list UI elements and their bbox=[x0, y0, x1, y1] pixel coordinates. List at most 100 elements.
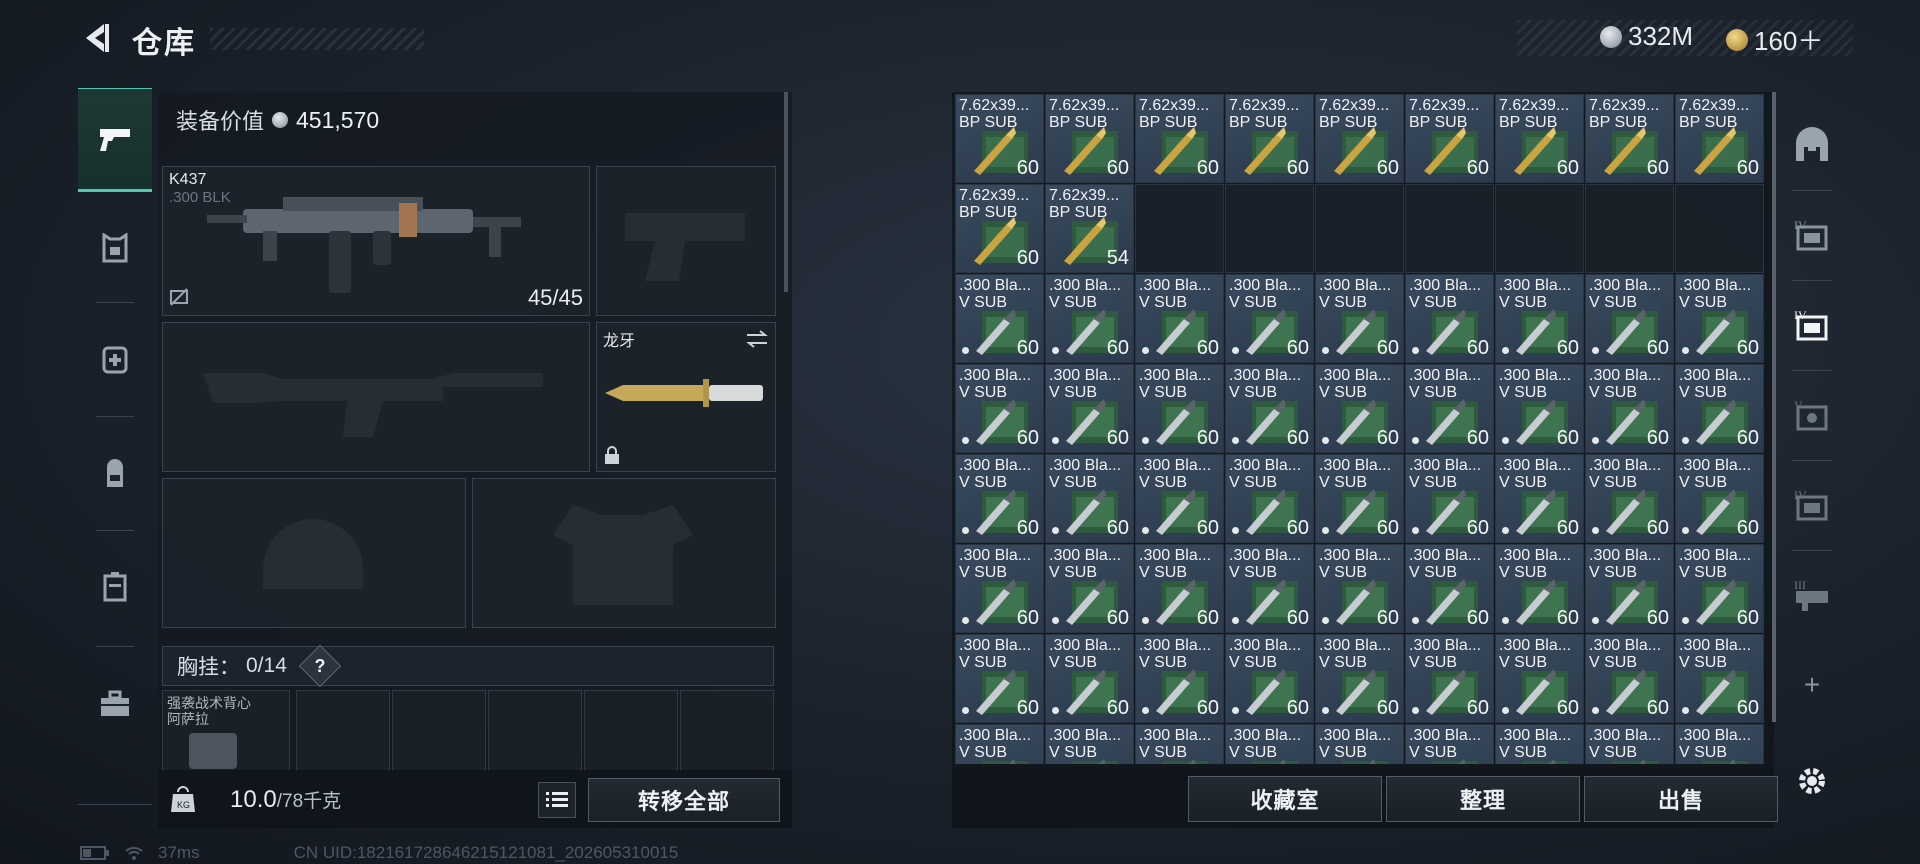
empty-cell[interactable] bbox=[1225, 184, 1314, 273]
chest-rig-item[interactable]: 强袭战术背心 阿萨拉 bbox=[162, 690, 290, 778]
ammo-item[interactable]: .300 Bla...V SUB60 bbox=[1405, 454, 1494, 543]
body-armor-slot[interactable] bbox=[472, 478, 776, 628]
ammo-item[interactable]: .300 Bla...V SUB60 bbox=[1405, 544, 1494, 633]
storage-tab-5[interactable]: III bbox=[1782, 560, 1842, 630]
ammo-item[interactable]: 7.62x39... BP SUB 54 bbox=[1045, 184, 1134, 273]
ammo-item[interactable]: .300 Bla...V SUB60 bbox=[1045, 274, 1134, 363]
ammo-item[interactable]: .300 Bla...V SUB60 bbox=[1135, 364, 1224, 453]
chest-rig-slot[interactable] bbox=[296, 690, 390, 778]
ammo-item[interactable]: .300 Bla...V SUB60 bbox=[1675, 364, 1764, 453]
chest-rig-slot[interactable] bbox=[680, 690, 774, 778]
ammo-item[interactable]: 7.62x39... BP SUB 60 bbox=[1495, 94, 1584, 183]
pistol-slot[interactable] bbox=[596, 166, 776, 316]
ammo-item[interactable]: .300 Bla...V SUB60 bbox=[1585, 544, 1674, 633]
ammo-item[interactable]: .300 Bla...V SUB60 bbox=[1585, 274, 1674, 363]
ammo-item[interactable]: .300 Bla...V SUB60 bbox=[1315, 454, 1404, 543]
sort-button[interactable]: 整理 bbox=[1386, 776, 1580, 822]
ammo-item[interactable]: .300 Bla...V SUB60 bbox=[1495, 634, 1584, 723]
ammo-item[interactable]: .300 Bla...V SUB60 bbox=[1585, 454, 1674, 543]
ammo-item[interactable]: .300 Bla...V SUB60 bbox=[1315, 724, 1404, 764]
ammo-item[interactable]: .300 Bla...V SUB60 bbox=[1675, 634, 1764, 723]
ammo-item[interactable]: 7.62x39... BP SUB 60 bbox=[1135, 94, 1224, 183]
ammo-item[interactable]: .300 Bla...V SUB60 bbox=[1225, 544, 1314, 633]
ammo-item[interactable]: .300 Bla...V SUB60 bbox=[1135, 454, 1224, 543]
swap-icon[interactable] bbox=[745, 329, 769, 349]
empty-cell[interactable] bbox=[1585, 184, 1674, 273]
equipment-scrollbar[interactable] bbox=[784, 92, 788, 292]
ammo-item[interactable]: .300 Bla...V SUB60 bbox=[1585, 724, 1674, 764]
ammo-item[interactable]: .300 Bla...V SUB60 bbox=[955, 274, 1044, 363]
ammo-item[interactable]: 7.62x39... BP SUB 60 bbox=[1045, 94, 1134, 183]
ammo-item[interactable]: .300 Bla...V SUB60 bbox=[1225, 454, 1314, 543]
secondary-weapon-slot[interactable] bbox=[162, 322, 590, 472]
transfer-all-button[interactable]: 转移全部 bbox=[588, 778, 780, 822]
empty-cell[interactable] bbox=[1315, 184, 1404, 273]
chest-rig-slot[interactable] bbox=[488, 690, 582, 778]
nav-toolbox[interactable] bbox=[78, 654, 152, 754]
ammo-item[interactable]: .300 Bla...V SUB60 bbox=[1585, 634, 1674, 723]
storage-tab-safe-house[interactable] bbox=[1782, 110, 1842, 180]
ammo-item[interactable]: .300 Bla...V SUB60 bbox=[1135, 544, 1224, 633]
ammo-item[interactable]: .300 Bla...V SUB60 bbox=[955, 454, 1044, 543]
help-icon[interactable]: ? bbox=[298, 644, 342, 688]
list-view-button[interactable] bbox=[538, 782, 576, 818]
ammo-item[interactable]: .300 Bla...V SUB60 bbox=[1045, 724, 1134, 764]
chest-rig-slot[interactable] bbox=[584, 690, 678, 778]
ammo-item[interactable]: .300 Bla...V SUB60 bbox=[1045, 454, 1134, 543]
ammo-item[interactable]: .300 Bla...V SUB60 bbox=[1675, 544, 1764, 633]
ammo-item[interactable]: .300 Bla...V SUB60 bbox=[1225, 364, 1314, 453]
storage-tab-4[interactable]: IV bbox=[1782, 470, 1842, 540]
empty-cell[interactable] bbox=[1135, 184, 1224, 273]
ammo-item[interactable]: .300 Bla...V SUB60 bbox=[1225, 274, 1314, 363]
ammo-item[interactable]: .300 Bla...V SUB60 bbox=[955, 364, 1044, 453]
empty-cell[interactable] bbox=[1405, 184, 1494, 273]
storage-tab-3[interactable]: V bbox=[1782, 380, 1842, 450]
ammo-item[interactable]: .300 Bla...V SUB60 bbox=[1495, 274, 1584, 363]
ammo-item[interactable]: .300 Bla...V SUB60 bbox=[1135, 724, 1224, 764]
ammo-item[interactable]: .300 Bla...V SUB60 bbox=[1495, 724, 1584, 764]
collection-room-button[interactable]: 收藏室 bbox=[1188, 776, 1382, 822]
chest-rig-slot[interactable] bbox=[392, 690, 486, 778]
empty-cell[interactable] bbox=[1495, 184, 1584, 273]
back-button[interactable] bbox=[78, 18, 114, 58]
ammo-item[interactable]: .300 Bla...V SUB60 bbox=[1045, 544, 1134, 633]
ammo-item[interactable]: .300 Bla...V SUB60 bbox=[1495, 544, 1584, 633]
ammo-item[interactable]: 7.62x39... BP SUB 60 bbox=[1405, 94, 1494, 183]
ammo-item[interactable]: .300 Bla...V SUB60 bbox=[955, 634, 1044, 723]
melee-slot[interactable]: 龙牙 bbox=[596, 322, 776, 472]
helmet-slot[interactable] bbox=[162, 478, 466, 628]
warehouse-scrollbar[interactable] bbox=[1772, 92, 1776, 722]
ammo-item[interactable]: 7.62x39... BP SUB 60 bbox=[955, 94, 1044, 183]
ammo-item[interactable]: .300 Bla...V SUB60 bbox=[1045, 364, 1134, 453]
ammo-item[interactable]: .300 Bla...V SUB60 bbox=[1675, 274, 1764, 363]
ammo-item[interactable]: .300 Bla...V SUB60 bbox=[1315, 274, 1404, 363]
ammo-item[interactable]: .300 Bla...V SUB60 bbox=[1225, 634, 1314, 723]
nav-container[interactable] bbox=[78, 536, 152, 636]
empty-cell[interactable] bbox=[1675, 184, 1764, 273]
ammo-item[interactable]: .300 Bla...V SUB60 bbox=[1495, 454, 1584, 543]
ammo-item[interactable]: .300 Bla...V SUB60 bbox=[1045, 634, 1134, 723]
ammo-item[interactable]: .300 Bla...V SUB60 bbox=[1225, 724, 1314, 764]
ammo-item[interactable]: .300 Bla...V SUB60 bbox=[1675, 724, 1764, 764]
ammo-item[interactable]: .300 Bla...V SUB60 bbox=[1585, 364, 1674, 453]
nav-weapons[interactable] bbox=[78, 88, 152, 192]
ammo-item[interactable]: .300 Bla...V SUB60 bbox=[955, 724, 1044, 764]
storage-tab-1[interactable]: IV bbox=[1782, 200, 1842, 270]
nav-medical[interactable] bbox=[78, 308, 152, 408]
ammo-item[interactable]: .300 Bla...V SUB60 bbox=[1405, 634, 1494, 723]
primary-weapon-slot[interactable]: K437 .300 BLK 45/45 bbox=[162, 166, 590, 316]
settings-button[interactable] bbox=[1782, 746, 1842, 816]
ammo-item[interactable]: .300 Bla...V SUB60 bbox=[1495, 364, 1584, 453]
storage-tab-2-active[interactable]: IV bbox=[1782, 290, 1842, 360]
ammo-item[interactable]: .300 Bla...V SUB60 bbox=[1315, 544, 1404, 633]
ammo-item[interactable]: 7.62x39... BP SUB 60 bbox=[1675, 94, 1764, 183]
sell-button[interactable]: 出售 bbox=[1584, 776, 1778, 822]
nav-backpack[interactable] bbox=[78, 424, 152, 524]
nav-armor[interactable] bbox=[78, 198, 152, 298]
ammo-item[interactable]: .300 Bla...V SUB60 bbox=[1405, 724, 1494, 764]
ammo-item[interactable]: .300 Bla...V SUB60 bbox=[1315, 634, 1404, 723]
currency-silver[interactable]: 332M bbox=[1600, 21, 1693, 52]
ammo-item[interactable]: 7.62x39... BP SUB 60 bbox=[1225, 94, 1314, 183]
ammo-item[interactable]: .300 Bla...V SUB60 bbox=[1405, 364, 1494, 453]
ammo-item[interactable]: .300 Bla...V SUB60 bbox=[1315, 364, 1404, 453]
